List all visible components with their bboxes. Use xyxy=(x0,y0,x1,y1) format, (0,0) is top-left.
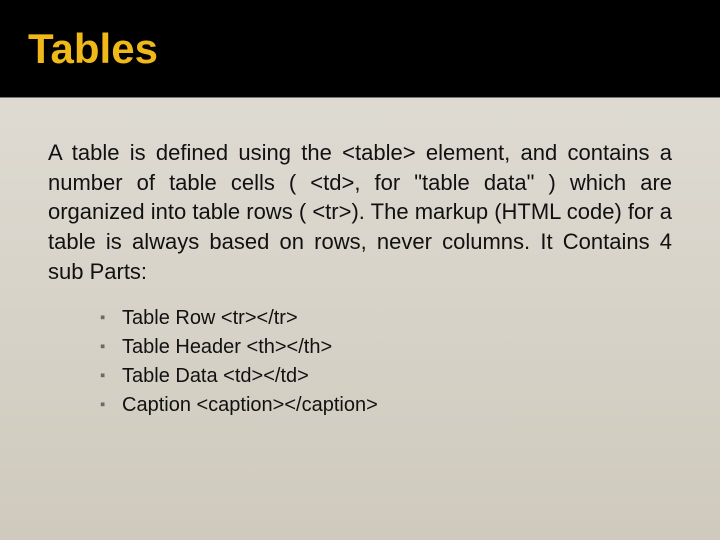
slide-content: A table is defined using the <table> ele… xyxy=(0,98,720,420)
list-item: Caption <caption></caption> xyxy=(100,391,672,420)
bullet-list: Table Row <tr></tr> Table Header <th></t… xyxy=(48,304,672,420)
list-item: Table Header <th></th> xyxy=(100,333,672,362)
slide-title-bar: Tables xyxy=(0,0,720,98)
list-item: Table Row <tr></tr> xyxy=(100,304,672,333)
slide-paragraph: A table is defined using the <table> ele… xyxy=(48,138,672,286)
slide-title: Tables xyxy=(28,25,158,73)
list-item: Table Data <td></td> xyxy=(100,362,672,391)
